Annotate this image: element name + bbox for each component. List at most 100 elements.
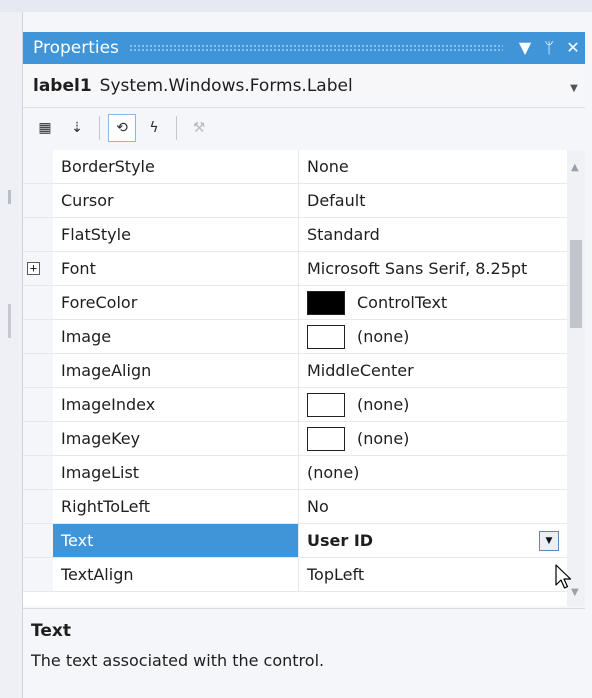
property-value[interactable]: (none) <box>299 388 567 421</box>
events-icon[interactable]: ϟ <box>140 114 168 142</box>
property-row[interactable]: ImageIndex (none) <box>23 388 567 422</box>
property-row[interactable]: TextAlign TopLeft <box>23 558 567 592</box>
property-value-text: No <box>307 497 329 516</box>
property-grid: BorderStyle None Cursor Default FlatStyl… <box>23 150 567 606</box>
properties-panel: Properties ▼ ᛘ ✕ label1 System.Windows.F… <box>22 12 592 698</box>
property-value-text: (none) <box>357 327 410 346</box>
property-value[interactable]: ControlText <box>299 286 567 319</box>
image-preview-box <box>307 426 345 451</box>
row-gutter <box>23 558 53 591</box>
property-name: RightToLeft <box>53 490 299 523</box>
rail-marker <box>8 190 11 204</box>
image-preview-box <box>307 392 345 417</box>
property-value[interactable]: Default <box>299 184 567 217</box>
row-gutter <box>23 490 53 523</box>
dropdown-arrow-icon[interactable]: ▼ <box>539 531 559 551</box>
toolbar-separator <box>99 116 100 140</box>
mouse-pointer-icon <box>555 564 572 589</box>
properties-icon[interactable]: ⟲ <box>108 114 136 142</box>
property-value-text: Microsoft Sans Serif, 8.25pt <box>307 259 528 278</box>
expand-plus-icon[interactable]: + <box>27 262 40 275</box>
chevron-down-icon[interactable]: ▼ <box>563 83 585 94</box>
property-row[interactable]: ImageList (none) <box>23 456 567 490</box>
property-value[interactable]: (none) <box>299 320 567 353</box>
property-row[interactable]: ImageKey (none) <box>23 422 567 456</box>
property-value-text: (none) <box>307 463 360 482</box>
property-name: ImageAlign <box>53 354 299 387</box>
categorized-icon[interactable]: ▦ <box>31 114 59 142</box>
property-name: Cursor <box>53 184 299 217</box>
vertical-scrollbar[interactable]: ▲ ▼ <box>567 150 585 606</box>
window-position-dropdown-icon[interactable]: ▼ <box>513 32 537 64</box>
row-gutter <box>23 150 53 183</box>
image-preview-box <box>307 324 345 349</box>
alphabetical-icon[interactable]: ⇣ <box>63 114 91 142</box>
pin-icon[interactable]: ᛘ <box>537 32 561 64</box>
row-gutter <box>23 388 53 421</box>
property-value[interactable]: TopLeft <box>299 558 567 591</box>
selected-object-type: System.Windows.Forms.Label <box>99 75 353 96</box>
scrollbar-thumb[interactable] <box>570 240 582 328</box>
row-gutter: + <box>23 252 53 285</box>
property-value-text: TopLeft <box>307 565 365 584</box>
property-row[interactable]: RightToLeft No <box>23 490 567 524</box>
property-value-text: (none) <box>357 429 410 448</box>
object-selector[interactable]: label1 System.Windows.Forms.Label ▼ <box>23 64 585 108</box>
property-row-selected[interactable]: Text User ID ▼ <box>23 524 567 558</box>
property-value[interactable]: (none) <box>299 456 567 489</box>
property-value[interactable]: Standard <box>299 218 567 251</box>
property-name: Image <box>53 320 299 353</box>
row-gutter <box>23 422 53 455</box>
property-value[interactable]: No <box>299 490 567 523</box>
row-gutter <box>23 456 53 489</box>
property-name: BorderStyle <box>53 150 299 183</box>
property-row[interactable]: ImageAlign MiddleCenter <box>23 354 567 388</box>
close-icon[interactable]: ✕ <box>561 32 585 64</box>
property-value-text: None <box>307 157 349 176</box>
property-name: ImageIndex <box>53 388 299 421</box>
property-row[interactable]: Cursor Default <box>23 184 567 218</box>
rail-marker <box>8 304 11 338</box>
row-gutter <box>23 184 53 217</box>
property-row[interactable]: FlatStyle Standard <box>23 218 567 252</box>
property-name: FlatStyle <box>53 218 299 251</box>
property-name: Text <box>53 524 299 557</box>
row-gutter <box>23 218 53 251</box>
row-gutter <box>23 286 53 319</box>
property-value-text: ControlText <box>357 293 448 312</box>
description-pane: Text The text associated with the contro… <box>23 608 585 698</box>
property-row[interactable]: BorderStyle None <box>23 150 567 184</box>
property-value-text: MiddleCenter <box>307 361 414 380</box>
toolbar-separator <box>176 116 177 140</box>
property-value-text: Standard <box>307 225 380 244</box>
property-name: Font <box>53 252 299 285</box>
row-gutter <box>23 524 53 557</box>
row-gutter <box>23 320 53 353</box>
description-title: Text <box>31 621 71 641</box>
outer-strip <box>0 0 592 12</box>
property-name: ImageList <box>53 456 299 489</box>
panel-titlebar[interactable]: Properties ▼ ᛘ ✕ <box>23 32 585 64</box>
property-value[interactable]: Microsoft Sans Serif, 8.25pt <box>299 252 567 285</box>
left-rail <box>0 12 22 698</box>
selected-object-name: label1 <box>33 75 92 96</box>
description-text: The text associated with the control. <box>31 651 325 670</box>
panel-title: Properties <box>33 38 119 58</box>
property-value-text: Default <box>307 191 366 210</box>
color-swatch <box>307 290 345 315</box>
property-value-text: (none) <box>357 395 410 414</box>
row-gutter <box>23 354 53 387</box>
property-name: ForeColor <box>53 286 299 319</box>
property-value[interactable]: (none) <box>299 422 567 455</box>
property-value[interactable]: None <box>299 150 567 183</box>
property-value[interactable]: MiddleCenter <box>299 354 567 387</box>
property-pages-icon[interactable]: ⚒ <box>185 114 213 142</box>
property-row[interactable]: + Font Microsoft Sans Serif, 8.25pt <box>23 252 567 286</box>
property-row[interactable]: ForeColor ControlText <box>23 286 567 320</box>
property-value-text: User ID <box>307 531 374 550</box>
scroll-up-icon[interactable]: ▲ <box>571 162 579 173</box>
title-grip[interactable] <box>128 44 503 52</box>
property-row[interactable]: Image (none) <box>23 320 567 354</box>
properties-toolbar: ▦ ⇣ ⟲ ϟ ⚒ <box>23 108 585 148</box>
property-value-input[interactable]: User ID <box>299 524 567 557</box>
